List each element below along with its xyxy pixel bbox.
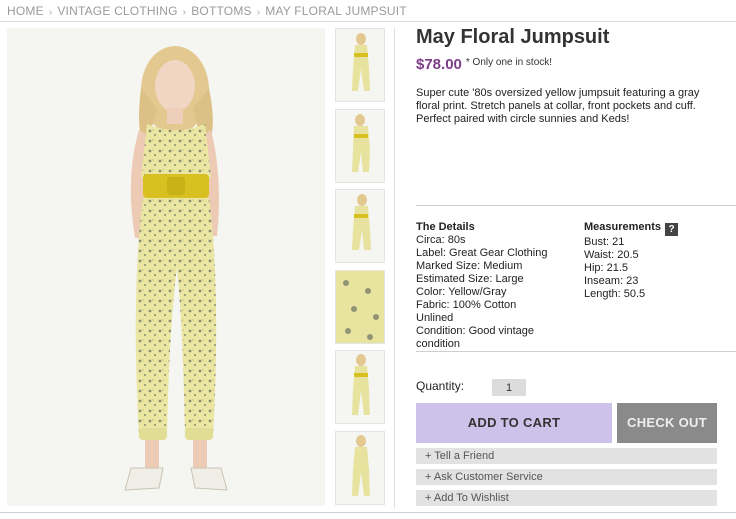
detail-line: Marked Size: Medium (416, 260, 523, 272)
divider (0, 512, 736, 513)
ask-customer-service-link[interactable]: + Ask Customer Service (416, 469, 717, 485)
thumbnail-list (335, 28, 385, 511)
detail-line: Unlined (416, 312, 454, 324)
chevron-right-icon: › (182, 7, 187, 18)
quantity-label: Quantity: (416, 379, 465, 393)
thumbnail-fabric-detail[interactable] (335, 269, 385, 344)
measurement-line: Inseam: 23 (584, 275, 639, 287)
chevron-right-icon: › (48, 7, 53, 18)
breadcrumb-bottoms-link[interactable]: BOTTOMS (191, 4, 252, 18)
tell-a-friend-link[interactable]: + Tell a Friend (416, 448, 717, 464)
measurement-line: Waist: 20.5 (584, 249, 639, 261)
breadcrumb-current-link[interactable]: MAY FLORAL JUMPSUIT (265, 4, 407, 18)
product-price: $78.00 (416, 56, 462, 73)
help-icon[interactable]: ? (665, 223, 679, 236)
thumbnail-front-view[interactable] (335, 28, 385, 102)
breadcrumb: HOME › VINTAGE CLOTHING › BOTTOMS › MAY FLORAL… (7, 4, 407, 18)
measurements-section: Measurements? Bust: 21 Waist: 20.5 Hip: … (584, 221, 734, 301)
measurement-line: Bust: 21 (584, 236, 625, 248)
product-title: May Floral Jumpsuit (416, 26, 610, 48)
detail-line: Estimated Size: Large (416, 273, 524, 285)
thumbnail-alt-view[interactable] (335, 430, 385, 505)
add-to-cart-button[interactable]: ADD TO CART (416, 403, 612, 443)
detail-line: Circa: 80s (416, 234, 466, 246)
details-heading: The Details (416, 221, 475, 233)
breadcrumb-vintage-clothing-link[interactable]: VINTAGE CLOTHING (57, 4, 177, 18)
breadcrumb-home-link[interactable]: HOME (7, 4, 44, 18)
measurements-heading-label: Measurements (584, 221, 662, 233)
detail-line: Fabric: 100% Cotton (416, 299, 517, 311)
measurement-line: Length: 50.5 (584, 288, 646, 300)
stock-note: * Only one in stock! (465, 57, 553, 68)
thumbnail-side-view[interactable] (335, 108, 385, 183)
check-out-button[interactable]: CHECK OUT (617, 403, 717, 443)
measurements-heading: Measurements? (584, 221, 734, 236)
thumbnail-back-view[interactable] (335, 189, 385, 263)
add-to-wishlist-link[interactable]: + Add To Wishlist (416, 490, 717, 506)
divider (416, 205, 736, 206)
divider (416, 351, 736, 352)
chevron-right-icon: › (256, 7, 261, 18)
details-section: The Details Circa: 80s Label: Great Gear… (416, 221, 581, 351)
price-row: $78.00 * Only one in stock! (416, 56, 552, 74)
detail-line: Condition: Good vintage condition (416, 325, 535, 350)
thumbnail-full-view[interactable] (335, 350, 385, 424)
measurement-line: Hip: 21.5 (584, 262, 629, 274)
detail-line: Color: Yellow/Gray (416, 286, 507, 298)
divider (0, 21, 736, 22)
product-description: Super cute '80s oversized yellow jumpsui… (416, 87, 700, 125)
divider (394, 28, 395, 508)
detail-line: Label: Great Gear Clothing (416, 247, 548, 259)
quantity-input[interactable] (492, 379, 526, 396)
main-product-image[interactable] (7, 28, 325, 506)
